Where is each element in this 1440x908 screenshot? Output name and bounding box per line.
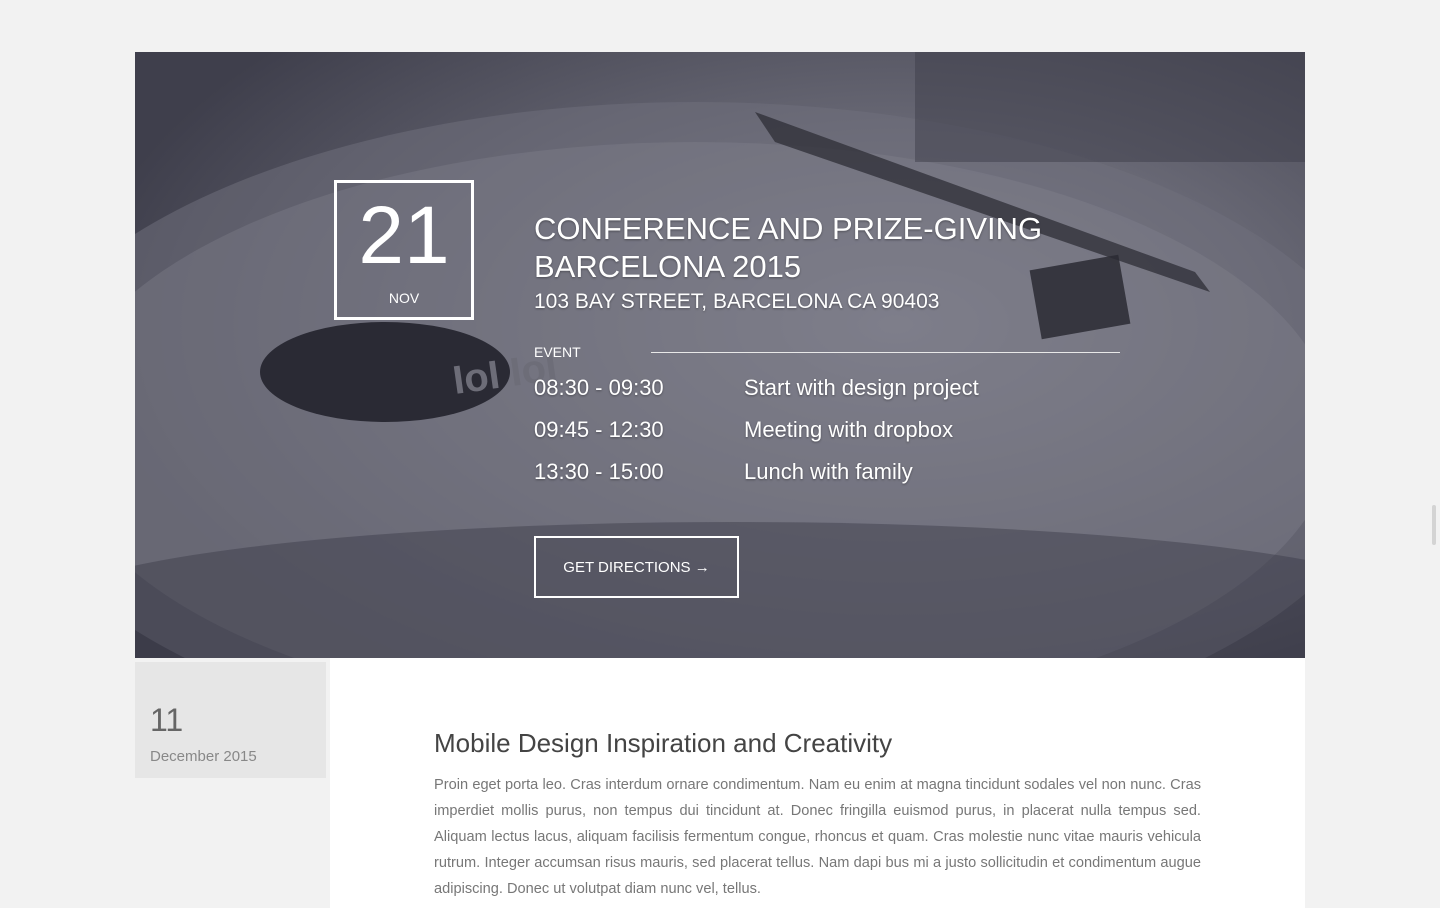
event-date-month: NOV xyxy=(388,290,420,306)
scrollbar-thumb[interactable] xyxy=(1432,505,1436,545)
schedule-time: 13:30 - 15:00 xyxy=(534,459,664,484)
post-title[interactable]: Mobile Design Inspiration and Creativity xyxy=(434,728,892,759)
event-date-day: 21 xyxy=(358,190,450,281)
event-divider xyxy=(651,352,1120,353)
schedule-item: 09:45 - 12:30 Meeting with dropbox xyxy=(534,417,1134,459)
schedule-description: Lunch with family xyxy=(744,459,913,484)
schedule-time: 08:30 - 09:30 xyxy=(534,375,664,400)
event-address: 103 BAY STREET, BARCELONA CA 90403 xyxy=(534,290,940,313)
schedule-item: 08:30 - 09:30 Start with design project xyxy=(534,375,1134,417)
schedule-description: Meeting with dropbox xyxy=(744,417,954,442)
event-title-line-2: BARCELONA 2015 xyxy=(534,249,802,284)
schedule-description: Start with design project xyxy=(744,375,979,400)
event-date-box: 21 NOV xyxy=(334,180,474,320)
event-schedule: 08:30 - 09:30 Start with design project … xyxy=(534,375,1134,501)
schedule-item: 13:30 - 15:00 Lunch with family xyxy=(534,459,1134,501)
event-hero: IoI IoI 21 NOV CONFERENCE AND PRIZE-GIVI… xyxy=(135,52,1305,658)
post-body: Proin eget porta leo. Cras interdum orna… xyxy=(434,777,1201,897)
event-title: CONFERENCE AND PRIZE-GIVING BARCELONA 20… xyxy=(534,210,1134,286)
post-date-month: December 2015 xyxy=(150,748,257,765)
get-directions-button[interactable]: GET DIRECTIONS → xyxy=(534,536,739,598)
post-date-day: 11 xyxy=(150,702,184,738)
event-title-line-1: CONFERENCE AND PRIZE-GIVING xyxy=(534,211,1043,246)
post-date-box: 11 December 2015 xyxy=(135,662,326,778)
schedule-time: 09:45 - 12:30 xyxy=(534,417,664,442)
blog-post-card: Mobile Design Inspiration and Creativity… xyxy=(330,658,1305,908)
event-section-label: EVENT xyxy=(534,344,581,360)
